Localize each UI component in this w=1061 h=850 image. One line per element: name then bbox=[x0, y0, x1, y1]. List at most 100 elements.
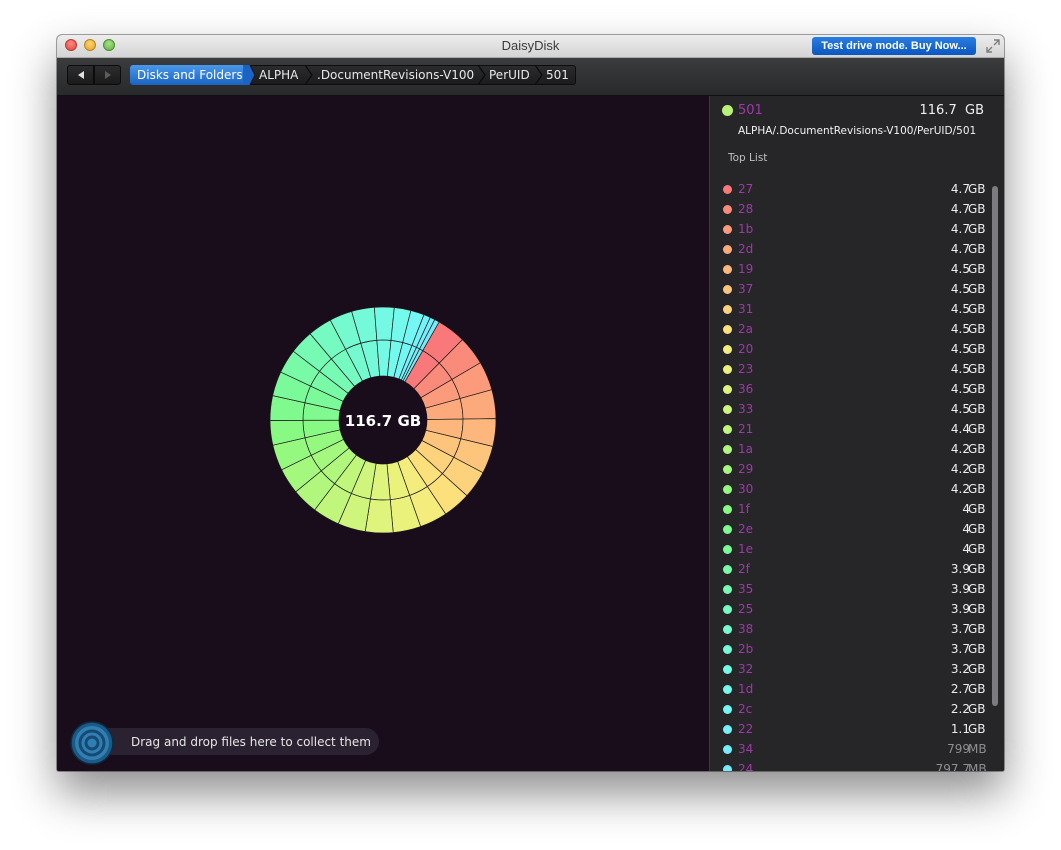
item-name: 1b bbox=[738, 222, 754, 236]
item-size-unit: GB bbox=[968, 382, 986, 396]
toolbar: Disks and Folders ALPHA .DocumentRevisio… bbox=[57, 58, 1004, 96]
top-list-item[interactable]: 31 4.5 GB bbox=[710, 300, 1004, 320]
item-color-dot bbox=[723, 305, 732, 314]
item-size-unit: GB bbox=[968, 542, 986, 556]
fullscreen-icon[interactable] bbox=[986, 39, 1000, 53]
item-size-unit: GB bbox=[968, 362, 986, 376]
breadcrumb-501[interactable]: 501 bbox=[546, 65, 569, 85]
top-list-item[interactable]: 36 4.5 GB bbox=[710, 380, 1004, 400]
top-list-item[interactable]: 1f 4 GB bbox=[710, 500, 1004, 520]
details-sidebar: 501 116.7 GB ALPHA/.DocumentRevisions-V1… bbox=[709, 96, 1004, 771]
breadcrumb-disks-and-folders[interactable]: Disks and Folders bbox=[130, 65, 250, 85]
item-color-dot bbox=[723, 525, 732, 534]
item-color-dot bbox=[723, 185, 732, 194]
top-list-item[interactable]: 38 3.7 GB bbox=[710, 620, 1004, 640]
top-list-item[interactable]: 19 4.5 GB bbox=[710, 260, 1004, 280]
item-size-unit: MB bbox=[968, 762, 987, 771]
item-name: 38 bbox=[738, 622, 754, 636]
breadcrumb-alpha[interactable]: ALPHA bbox=[259, 65, 298, 85]
item-name: 25 bbox=[738, 602, 754, 616]
top-list-item[interactable]: 32 3.2 GB bbox=[710, 660, 1004, 680]
selected-folder-name[interactable]: 501 bbox=[738, 103, 763, 118]
top-list-item[interactable]: 20 4.5 GB bbox=[710, 340, 1004, 360]
item-color-dot bbox=[723, 645, 732, 654]
item-name: 2d bbox=[738, 242, 754, 256]
item-name: 21 bbox=[738, 422, 754, 436]
top-list-item[interactable]: 1e 4 GB bbox=[710, 540, 1004, 560]
item-color-dot bbox=[723, 285, 732, 294]
selected-folder-path: ALPHA/.DocumentRevisions-V100/PerUID/501 bbox=[738, 125, 977, 137]
top-list-item[interactable]: 33 4.5 GB bbox=[710, 400, 1004, 420]
item-size-value: 797.7 bbox=[935, 762, 970, 771]
selected-folder-color-dot bbox=[722, 105, 733, 116]
top-list-item[interactable]: 30 4.2 GB bbox=[710, 480, 1004, 500]
top-list-item[interactable]: 2b 3.7 GB bbox=[710, 640, 1004, 660]
item-color-dot bbox=[723, 625, 732, 634]
disk-map-area: 116.7 GB Drag and drop files here to col… bbox=[57, 96, 709, 771]
top-list-item[interactable]: 1d 2.7 GB bbox=[710, 680, 1004, 700]
top-list-item[interactable]: 23 4.5 GB bbox=[710, 360, 1004, 380]
top-list-item[interactable]: 29 4.2 GB bbox=[710, 460, 1004, 480]
collector-target-icon[interactable] bbox=[70, 721, 114, 765]
breadcrumb-chevron-icon bbox=[534, 65, 543, 85]
item-color-dot bbox=[723, 765, 732, 771]
item-size-unit: GB bbox=[968, 562, 986, 576]
item-name: 1d bbox=[738, 682, 754, 696]
item-color-dot bbox=[723, 245, 732, 254]
item-size-unit: GB bbox=[968, 342, 986, 356]
top-list-item[interactable]: 34 799 MB bbox=[710, 740, 1004, 760]
collector-hint-text: Drag and drop files here to collect them bbox=[131, 735, 371, 749]
title-bar: DaisyDisk Test drive mode. Buy Now... bbox=[57, 35, 1004, 58]
top-list-item[interactable]: 22 1.1 GB bbox=[710, 720, 1004, 740]
top-list-item[interactable]: 24 797.7 MB bbox=[710, 760, 1004, 771]
top-list-item[interactable]: 35 3.9 GB bbox=[710, 580, 1004, 600]
item-color-dot bbox=[723, 225, 732, 234]
top-list-item[interactable]: 21 4.4 GB bbox=[710, 420, 1004, 440]
item-size-unit: GB bbox=[968, 662, 986, 676]
disk-usage-sunburst[interactable]: 116.7 GB bbox=[57, 96, 709, 771]
top-list-item[interactable]: 27 4.7 GB bbox=[710, 180, 1004, 200]
top-list-item[interactable]: 2f 3.9 GB bbox=[710, 560, 1004, 580]
item-size-unit: GB bbox=[968, 422, 986, 436]
sunburst-total-size: 116.7 GB bbox=[345, 412, 421, 430]
breadcrumb-documentrevisions[interactable]: .DocumentRevisions-V100 bbox=[317, 65, 474, 85]
back-arrow-icon bbox=[78, 71, 84, 79]
item-size-unit: GB bbox=[968, 482, 986, 496]
item-color-dot bbox=[723, 425, 732, 434]
item-color-dot bbox=[723, 345, 732, 354]
daisydisk-window: DaisyDisk Test drive mode. Buy Now... Di… bbox=[57, 35, 1004, 771]
buy-now-button[interactable]: Test drive mode. Buy Now... bbox=[812, 37, 976, 55]
top-list-item[interactable]: 2c 2.2 GB bbox=[710, 700, 1004, 720]
top-list-item[interactable]: 28 4.7 GB bbox=[710, 200, 1004, 220]
item-name: 2a bbox=[738, 322, 753, 336]
top-list-item[interactable]: 25 3.9 GB bbox=[710, 600, 1004, 620]
item-size-unit: GB bbox=[968, 322, 986, 336]
item-name: 1f bbox=[738, 502, 750, 516]
top-list-item[interactable]: 2e 4 GB bbox=[710, 520, 1004, 540]
item-size-unit: GB bbox=[968, 242, 986, 256]
breadcrumb-peruid[interactable]: PerUID bbox=[489, 65, 530, 85]
forward-arrow-icon bbox=[105, 71, 111, 79]
item-size-unit: GB bbox=[968, 502, 986, 516]
item-color-dot bbox=[723, 365, 732, 374]
top-list-item[interactable]: 1a 4.2 GB bbox=[710, 440, 1004, 460]
item-size-unit: GB bbox=[968, 702, 986, 716]
item-color-dot bbox=[723, 665, 732, 674]
top-list-scrollbar[interactable] bbox=[992, 186, 998, 706]
back-button[interactable] bbox=[67, 65, 94, 85]
item-name: 2f bbox=[738, 562, 750, 576]
top-list-item[interactable]: 2d 4.7 GB bbox=[710, 240, 1004, 260]
item-color-dot bbox=[723, 465, 732, 474]
item-color-dot bbox=[723, 445, 732, 454]
top-list-item[interactable]: 37 4.5 GB bbox=[710, 280, 1004, 300]
top-list-item[interactable]: 1b 4.7 GB bbox=[710, 220, 1004, 240]
item-color-dot bbox=[723, 685, 732, 694]
breadcrumb-chevron-icon bbox=[304, 65, 313, 85]
item-color-dot bbox=[723, 585, 732, 594]
item-name: 29 bbox=[738, 462, 754, 476]
item-size-unit: GB bbox=[968, 622, 986, 636]
item-size-value: 799 bbox=[947, 742, 970, 756]
forward-button[interactable] bbox=[94, 65, 121, 85]
item-name: 24 bbox=[738, 762, 754, 771]
top-list-item[interactable]: 2a 4.5 GB bbox=[710, 320, 1004, 340]
